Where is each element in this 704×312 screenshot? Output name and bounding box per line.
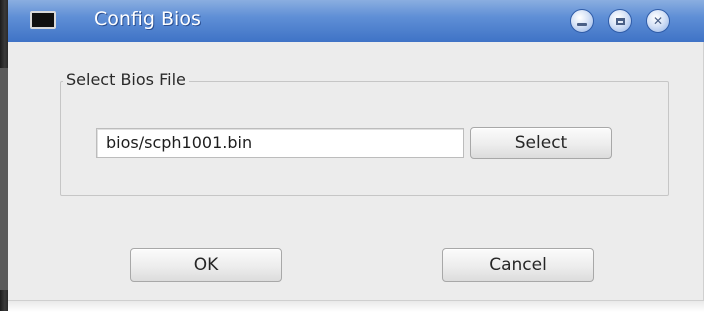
close-icon[interactable] <box>646 9 670 33</box>
select-button[interactable]: Select <box>470 127 612 159</box>
dialog-client-area: Select Bios File bios/scph1001.bin Selec… <box>8 42 704 300</box>
window-left-frame <box>0 0 8 311</box>
ok-button[interactable]: OK <box>130 248 282 282</box>
cancel-button[interactable]: Cancel <box>442 248 594 282</box>
minimize-icon[interactable] <box>570 9 594 33</box>
window-title: Config Bios <box>94 8 201 30</box>
window-bottom-frame <box>8 300 704 312</box>
bios-path-input[interactable]: bios/scph1001.bin <box>96 128 464 158</box>
window-app-icon <box>30 11 56 29</box>
groupbox-legend: Select Bios File <box>63 70 189 90</box>
maximize-icon[interactable] <box>608 9 632 33</box>
title-bar[interactable]: Config Bios <box>8 0 704 43</box>
window-frame-edge <box>0 68 8 290</box>
config-bios-window: Config Bios Select Bios File bios/scph10… <box>0 0 704 312</box>
